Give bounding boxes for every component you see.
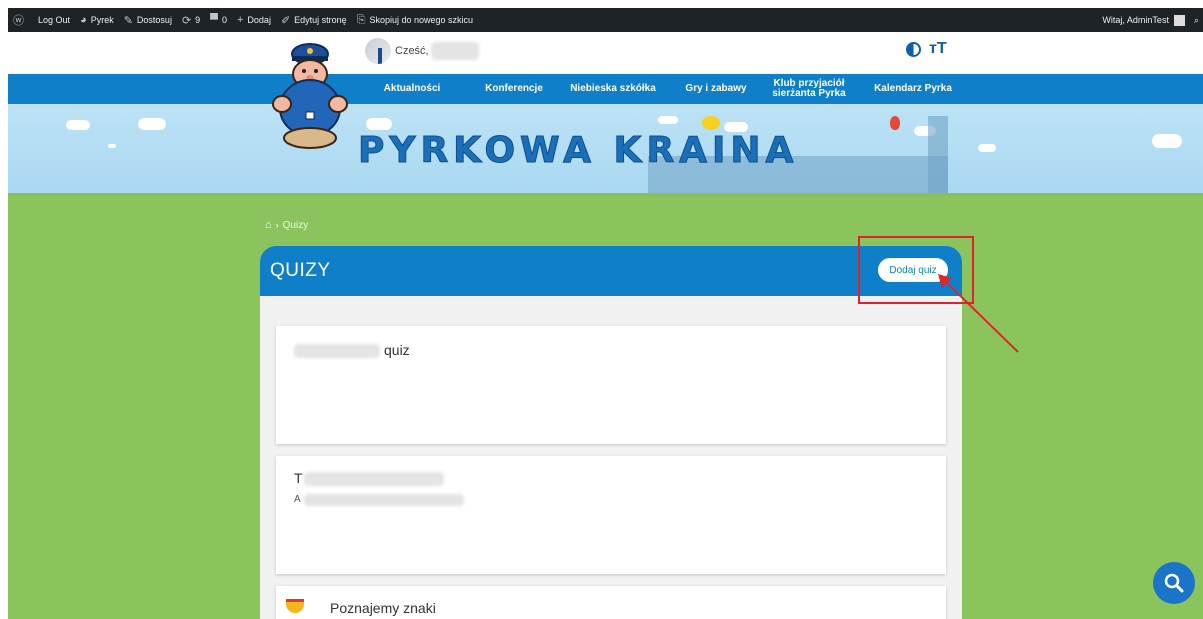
user-avatar <box>365 38 391 64</box>
blurred-username <box>430 42 479 60</box>
nav-item-aktualnosci[interactable]: Aktualności <box>372 74 452 104</box>
customize-link[interactable]: ✎ Dostosuj <box>119 8 177 32</box>
search-icon <box>1164 573 1184 593</box>
nav-item-konferencje[interactable]: Konferencje <box>474 74 554 104</box>
blurred-quiz-description <box>304 494 464 506</box>
quiz-card[interactable]: T A <box>276 456 946 574</box>
accessibility-tools: ᴛT <box>906 40 947 58</box>
comment-icon: ▀ <box>210 14 218 26</box>
panel-header: QUIZY <box>260 246 962 296</box>
font-size-icon[interactable]: ᴛT <box>929 40 947 58</box>
updates-icon: ⟳ <box>181 14 192 27</box>
quiz-card[interactable]: Poznajemy znaki <box>276 586 946 619</box>
quiz-card-title: Poznajemy znaki <box>330 600 436 616</box>
quiz-card-title: T <box>294 470 303 486</box>
annotation-arrow <box>938 274 1019 353</box>
nav-item-kalendarz[interactable]: Kalendarz Pyrka <box>868 74 958 104</box>
blurred-quiz-name <box>294 344 380 358</box>
site-name-link[interactable]: ◕ Pyrek <box>75 8 119 32</box>
plus-icon: + <box>236 14 244 26</box>
admin-bar: ⓦ Log Out ◕ Pyrek ✎ Dostosuj ⟳ 9 ▀ 0 + Dodaj … <box>8 8 1203 32</box>
search-button[interactable] <box>1153 562 1195 604</box>
quiz-card-subtitle: A <box>294 494 301 505</box>
page-title: QUIZY <box>270 260 331 281</box>
main-nav: Aktualności Konferencje Niebieska szkółk… <box>8 74 1203 104</box>
wordpress-icon: ⓦ <box>13 15 24 27</box>
shield-icon <box>286 599 304 613</box>
cloud-decoration <box>66 120 90 130</box>
pencil-icon: ✐ <box>280 14 291 27</box>
new-content-link[interactable]: + Dodaj <box>232 8 276 32</box>
balloon-icon <box>890 116 900 130</box>
logout-link[interactable]: Log Out <box>33 8 75 32</box>
copy-icon: ⎘ <box>356 13 366 26</box>
nav-item-klub[interactable]: Klub przyjaciół sierżanta Pyrka <box>763 74 855 104</box>
cloud-decoration <box>1152 134 1182 148</box>
edit-page-link[interactable]: ✐ Edytuj stronę <box>276 8 352 32</box>
breadcrumb: ⌂ › Quizy <box>265 219 308 231</box>
tower-decoration <box>928 116 948 196</box>
user-greeting[interactable]: Cześć, <box>365 38 479 64</box>
contrast-icon[interactable] <box>906 41 921 57</box>
cloud-decoration <box>138 118 166 130</box>
quiz-card-title: quiz <box>384 342 410 358</box>
comments-link[interactable]: ▀ 0 <box>205 8 232 32</box>
admin-avatar <box>1173 14 1185 26</box>
top-header: Cześć, ᴛT <box>8 32 1203 74</box>
bird-icon <box>702 116 720 130</box>
my-account-menu[interactable]: Witaj, AdminTest <box>1097 8 1190 32</box>
quiz-card[interactable]: quiz <box>276 326 946 444</box>
cloud-decoration <box>108 144 116 148</box>
chevron-right-icon: › <box>275 220 279 230</box>
blurred-quiz-name <box>304 472 444 486</box>
site-title: PYRKOWA KRAINA <box>357 130 799 172</box>
brush-icon: ✎ <box>123 14 133 27</box>
cloud-decoration <box>366 118 392 130</box>
nav-item-niebieska-szkolka[interactable]: Niebieska szkółka <box>563 74 663 104</box>
wordpress-menu[interactable]: ⓦ <box>8 8 33 32</box>
home-icon[interactable]: ⌂ <box>265 219 272 231</box>
admin-search-icon[interactable]: ⌕ <box>1190 8 1203 32</box>
palette-icon: ◕ <box>80 14 87 26</box>
hero-banner: PYRKOWA KRAINA <box>8 104 1203 196</box>
mascot-logo[interactable] <box>270 40 350 150</box>
breadcrumb-current: Quizy <box>282 219 309 231</box>
updates-link[interactable]: ⟳ 9 <box>177 8 205 32</box>
cloud-decoration <box>658 116 678 124</box>
nav-item-gry-i-zabawy[interactable]: Gry i zabawy <box>676 74 756 104</box>
copy-draft-link[interactable]: ⎘ Skopiuj do nowego szkicu <box>352 8 478 32</box>
cloud-decoration <box>978 144 996 152</box>
quiz-panel: QUIZY Dodaj quiz quiz T A Poznajemy znak… <box>260 246 962 619</box>
